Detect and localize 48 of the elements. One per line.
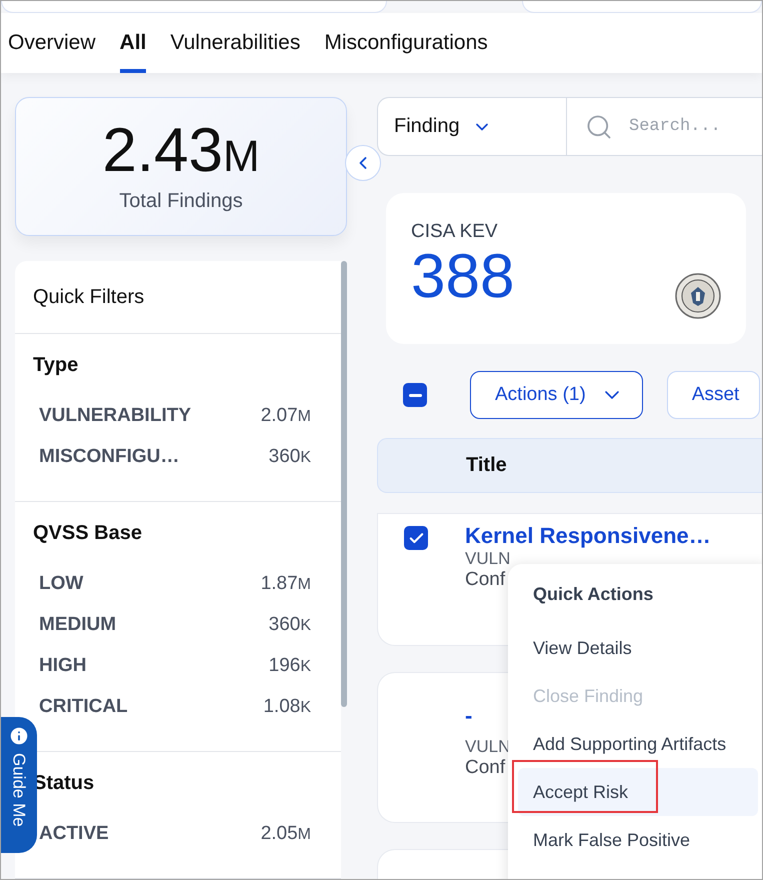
total-value: 2.43M bbox=[102, 120, 260, 182]
row-checkbox[interactable] bbox=[404, 526, 428, 550]
filter-count: 196K bbox=[268, 654, 311, 676]
search-field[interactable]: Search... bbox=[627, 116, 751, 137]
filter-count: 2.07M bbox=[260, 404, 311, 426]
menu-item[interactable]: Add Supporting Artifacts bbox=[518, 720, 758, 768]
filter-label[interactable]: VULNERABILITY bbox=[39, 404, 191, 426]
filter-count: 1.87M bbox=[260, 572, 311, 594]
group-title: QVSS Base bbox=[32, 522, 143, 545]
filter-count: 1.08K bbox=[263, 696, 311, 718]
total-label: Total Findings bbox=[119, 190, 243, 213]
tab[interactable]: Vulnerabilities bbox=[170, 13, 300, 73]
tab[interactable]: All bbox=[120, 13, 146, 73]
group-title: Type bbox=[32, 354, 80, 377]
filter-label[interactable]: HIGH bbox=[39, 654, 86, 676]
menu-item[interactable]: Mark False Positive bbox=[518, 816, 758, 864]
menu-item[interactable]: Accept Risk bbox=[518, 768, 758, 816]
filter-label[interactable]: ACTIVE bbox=[39, 822, 109, 844]
filter-count: 360K bbox=[268, 446, 311, 468]
scrollbar[interactable] bbox=[341, 261, 347, 707]
filter-count: 360K bbox=[268, 614, 311, 636]
select-all-checkbox[interactable] bbox=[403, 383, 427, 407]
kev-count: 388 bbox=[411, 243, 514, 312]
filter-label[interactable]: MEDIUM bbox=[39, 614, 116, 636]
filter-label[interactable]: CRITICAL bbox=[39, 696, 128, 718]
finding-title-link[interactable]: Kernel Responsivene… bbox=[465, 523, 711, 549]
minus-icon bbox=[408, 394, 422, 396]
collapse-button[interactable] bbox=[345, 145, 381, 181]
finding-detail: Conf bbox=[465, 569, 506, 591]
filter-count: 2.05M bbox=[260, 822, 311, 844]
menu-title: Quick Actions bbox=[532, 584, 654, 606]
asset-button[interactable]: Asset bbox=[666, 371, 760, 419]
finding-type: VULN bbox=[465, 549, 512, 569]
tab[interactable]: Overview bbox=[8, 13, 96, 73]
kev-label: CISA KEV bbox=[411, 221, 499, 243]
finding-title-link[interactable]: - bbox=[465, 703, 510, 729]
filter-label[interactable]: MISCONFIGU… bbox=[39, 446, 180, 468]
guide-me-button[interactable]: Guide Me bbox=[1, 717, 37, 853]
actions-button[interactable]: Actions (1) bbox=[470, 371, 643, 419]
filter-label[interactable]: LOW bbox=[39, 572, 84, 594]
info-icon bbox=[8, 725, 30, 747]
finding-detail: Conf bbox=[465, 757, 506, 779]
menu-item[interactable]: View Details bbox=[518, 624, 758, 672]
tab[interactable]: Misconfigurations bbox=[324, 13, 488, 73]
seal-icon bbox=[675, 273, 721, 319]
column-header: Title bbox=[466, 454, 507, 477]
search-icon bbox=[585, 112, 613, 140]
scope-dropdown[interactable]: Finding bbox=[378, 98, 567, 155]
